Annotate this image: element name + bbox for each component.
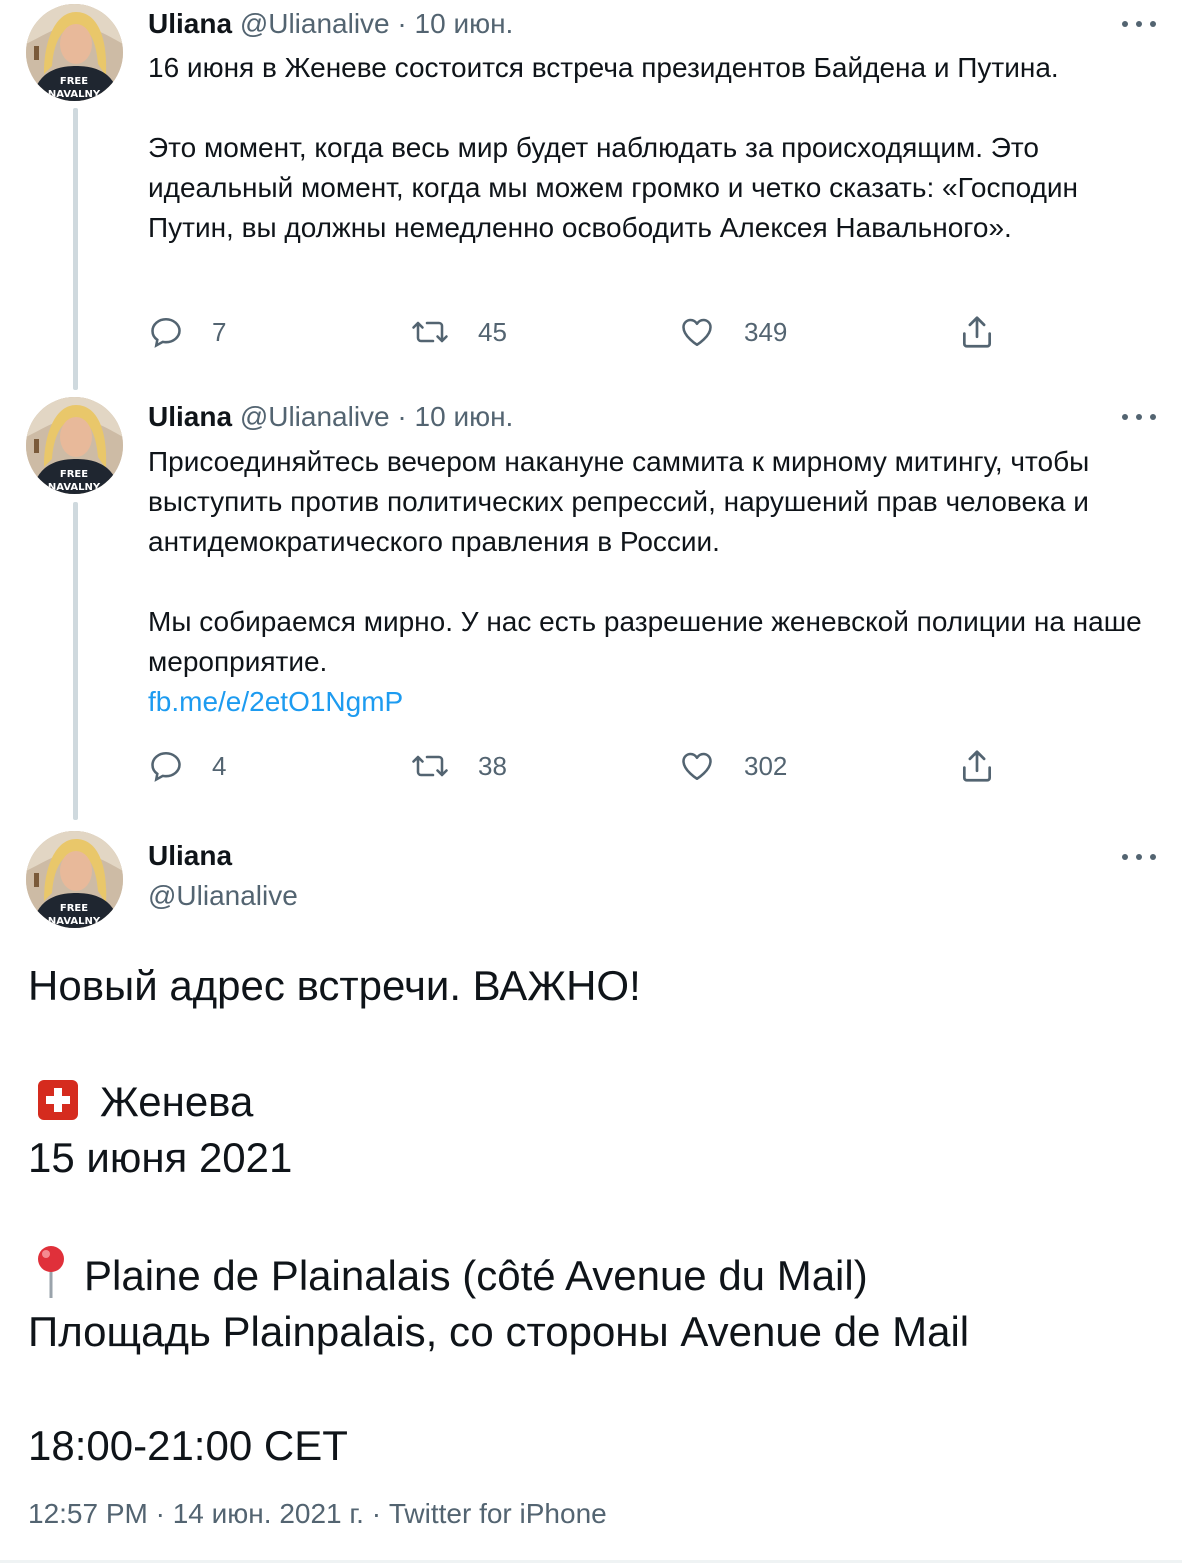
like-button[interactable]: 302 (678, 744, 787, 788)
tweet-line: Новый адрес встречи. ВАЖНО! (28, 962, 641, 1009)
like-button[interactable]: 349 (678, 310, 787, 354)
reply-icon (151, 751, 181, 782)
reply-button[interactable]: 4 (148, 744, 226, 788)
retweet-icon (412, 755, 448, 777)
place-french: Plaine de Plainalais (côté Avenue du Mai… (84, 1252, 868, 1299)
svg-text:NAVALNY: NAVALNY (48, 916, 101, 927)
avatar[interactable]: FREE NAVALNY (26, 397, 123, 494)
reply-count: 7 (212, 316, 227, 347)
main-tweet-text: Новый адрес встречи. ВАЖНО! Женева 15 ию… (28, 958, 1158, 1474)
more-icon[interactable] (1122, 850, 1156, 864)
like-count: 349 (744, 316, 788, 347)
share-button[interactable] (958, 744, 1024, 788)
thread-line (73, 502, 78, 820)
tweet-paragraph: Мы собираемся мирно. У нас есть разрешен… (148, 606, 1142, 677)
share-button[interactable] (958, 310, 1024, 354)
city-text: Женева (100, 1078, 254, 1125)
tweet-actions: 7 45 349 (148, 310, 1008, 354)
tweet-line: Женева (28, 1074, 1158, 1130)
svg-text:FREE: FREE (60, 76, 88, 87)
display-name[interactable]: Uliana (148, 401, 232, 432)
retweet-icon (412, 321, 448, 343)
display-name[interactable]: Uliana (148, 836, 232, 876)
retweet-button[interactable]: 38 (410, 744, 507, 788)
svg-text:NAVALNY: NAVALNY (48, 89, 101, 100)
more-icon[interactable] (1122, 17, 1156, 31)
tweet-text: Присоединяйтесь вечером накануне саммита… (148, 442, 1158, 722)
tweet-line: 18:00-21:00 CET (28, 1422, 348, 1469)
tweet-date[interactable]: 10 июн. (415, 401, 514, 432)
tweet-paragraph: Присоединяйтесь вечером накануне саммита… (148, 446, 1090, 557)
separator: · (397, 8, 407, 39)
separator: · (397, 401, 407, 432)
retweet-count: 45 (478, 316, 507, 347)
svg-text:FREE: FREE (60, 469, 88, 480)
tweet-paragraph: Это момент, когда весь мир будет наблюда… (148, 132, 1079, 243)
tweet-line: Plaine de Plainalais (côté Avenue du Mai… (28, 1244, 1158, 1304)
svg-text:FREE: FREE (60, 903, 88, 914)
tweet-line: Площадь Plainpalais, со стороны Avenue d… (28, 1308, 970, 1355)
reply-icon (151, 317, 181, 348)
more-icon[interactable] (1122, 410, 1156, 424)
display-name[interactable]: Uliana (148, 8, 232, 39)
tweet-header: Uliana @Ulianalive · 10 июн. (148, 397, 513, 437)
pin-icon (28, 1244, 74, 1300)
like-icon (682, 752, 712, 781)
user-handle[interactable]: @Ulianalive (240, 401, 390, 432)
tweet-text: 16 июня в Женеве состоится встреча прези… (148, 48, 1158, 248)
tweet-paragraph: 16 июня в Женеве состоится встреча прези… (148, 52, 1059, 83)
user-handle[interactable]: @Ulianalive (240, 8, 390, 39)
reply-count: 4 (212, 750, 227, 781)
tweet-line: 15 июня 2021 (28, 1134, 293, 1181)
avatar[interactable]: FREE NAVALNY (26, 4, 123, 101)
share-icon (962, 750, 992, 782)
share-icon (962, 316, 992, 348)
tweet-timestamp[interactable]: 12:57 PM · 14 июн. 2021 г. · Twitter for… (28, 1494, 607, 1534)
user-handle[interactable]: @Ulianalive (148, 876, 298, 916)
like-count: 302 (744, 750, 788, 781)
svg-text:NAVALNY: NAVALNY (48, 482, 101, 493)
retweet-count: 38 (478, 750, 507, 781)
tweet-header: Uliana @Ulianalive · 10 июн. (148, 4, 513, 44)
swiss-flag-icon (38, 1080, 78, 1120)
tweet-link[interactable]: fb.me/e/2etO1NgmP (148, 686, 403, 717)
tweet-actions: 4 38 302 (148, 744, 1008, 788)
like-icon (682, 318, 712, 347)
thread-line (73, 108, 78, 390)
retweet-button[interactable]: 45 (410, 310, 507, 354)
avatar[interactable]: FREE NAVALNY (26, 831, 123, 928)
tweet-date[interactable]: 10 июн. (415, 8, 514, 39)
reply-button[interactable]: 7 (148, 310, 226, 354)
